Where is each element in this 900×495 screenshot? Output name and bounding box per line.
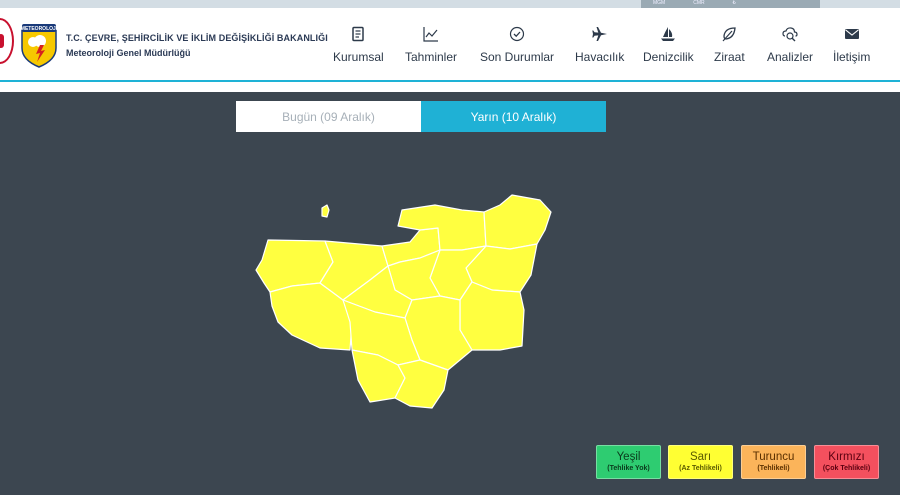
warning-map xyxy=(255,194,552,409)
warning-legend: Yeşil (Tehlike Yok) Sarı (Az Tehlikeli) … xyxy=(0,445,900,479)
legend-desc: (Tehlikeli) xyxy=(757,464,790,472)
legend-desc: (Tehlike Yok) xyxy=(607,464,650,472)
legend-name: Yeşil xyxy=(616,450,641,463)
map-region-south-east[interactable] xyxy=(459,281,525,351)
legend-item-yellow: Sarı (Az Tehlikeli) xyxy=(668,445,733,479)
map-region-northeast[interactable] xyxy=(483,194,552,250)
legend-item-green: Yeşil (Tehlike Yok) xyxy=(596,445,661,479)
legend-name: Kırmızı xyxy=(828,450,865,463)
legend-item-red: Kırmızı (Çok Tehlikeli) xyxy=(814,445,879,479)
legend-desc: (Çok Tehlikeli) xyxy=(822,464,871,472)
map-region-island[interactable] xyxy=(321,204,330,218)
legend-name: Sarı xyxy=(689,450,712,463)
legend-item-orange: Turuncu (Tehlikeli) xyxy=(741,445,806,479)
legend-name: Turuncu xyxy=(752,450,795,463)
legend-desc: (Az Tehlikeli) xyxy=(679,464,722,472)
map-region-far-south[interactable] xyxy=(394,359,449,409)
